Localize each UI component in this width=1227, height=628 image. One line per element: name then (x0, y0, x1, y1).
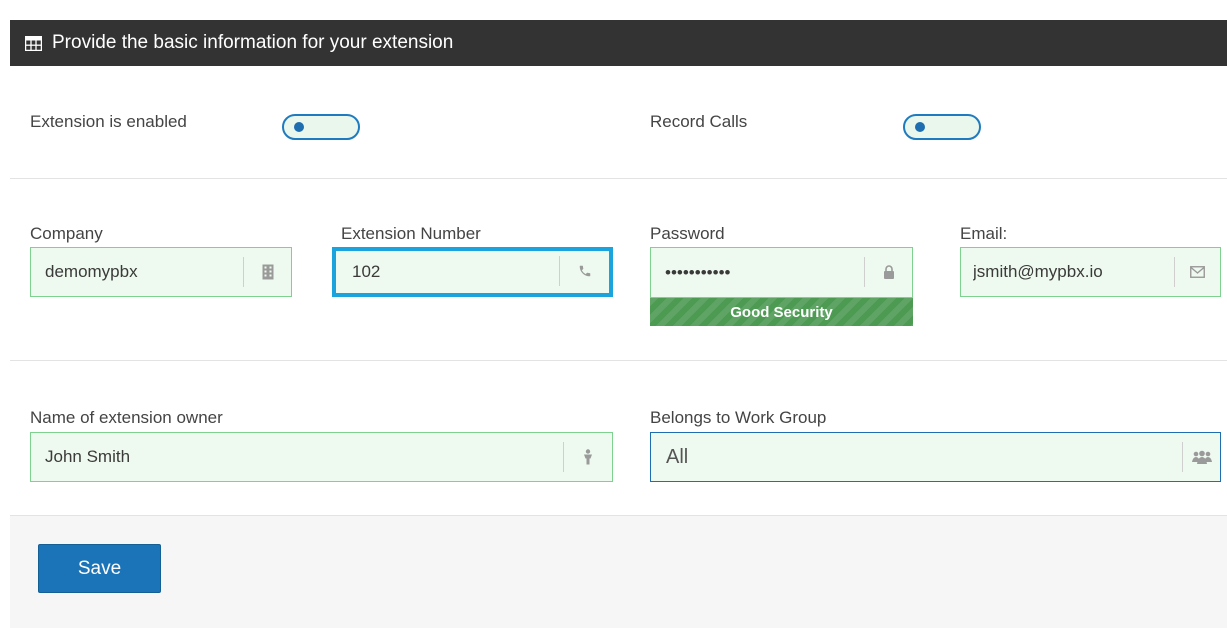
record-calls-label: Record Calls (650, 112, 748, 131)
work-group-label: Belongs to Work Group (650, 408, 827, 427)
section-divider (10, 360, 1227, 361)
company-label: Company (30, 224, 103, 243)
toggle-knob (294, 122, 304, 132)
owner-name-input[interactable] (31, 433, 561, 481)
extension-enabled-label: Extension is enabled (30, 112, 187, 131)
owner-name-label: Name of extension owner (30, 408, 223, 427)
extension-number-field (332, 247, 613, 297)
email-label: Email: (960, 224, 1008, 243)
company-input[interactable] (31, 248, 241, 296)
extension-number-input[interactable] (336, 251, 551, 293)
password-field (650, 247, 913, 298)
password-strength-bar: Good Security (650, 298, 913, 326)
extension-number-label: Extension Number (341, 224, 481, 243)
phone-icon (559, 256, 609, 286)
panel-title: Provide the basic information for your e… (52, 32, 454, 53)
work-group-select[interactable]: All (650, 432, 1221, 482)
form-footer: Save (10, 515, 1227, 628)
extension-form-panel: Provide the basic information for your e… (10, 0, 1227, 628)
table-grid-icon (25, 35, 42, 51)
section-divider (10, 178, 1227, 179)
group-icon (1182, 442, 1220, 472)
envelope-icon (1174, 257, 1220, 287)
work-group-value: All (666, 446, 689, 468)
email-input[interactable] (961, 248, 1175, 296)
building-icon (243, 257, 291, 287)
record-calls-toggle[interactable] (903, 114, 981, 140)
lock-icon (864, 257, 912, 287)
extension-enabled-toggle[interactable] (282, 114, 360, 140)
panel-header: Provide the basic information for your e… (10, 20, 1227, 66)
password-input[interactable] (651, 248, 863, 297)
email-field (960, 247, 1221, 297)
toggle-knob (915, 122, 925, 132)
save-button[interactable]: Save (38, 544, 161, 593)
password-label: Password (650, 224, 725, 243)
company-field (30, 247, 292, 297)
person-icon (563, 442, 612, 472)
owner-name-field (30, 432, 613, 482)
